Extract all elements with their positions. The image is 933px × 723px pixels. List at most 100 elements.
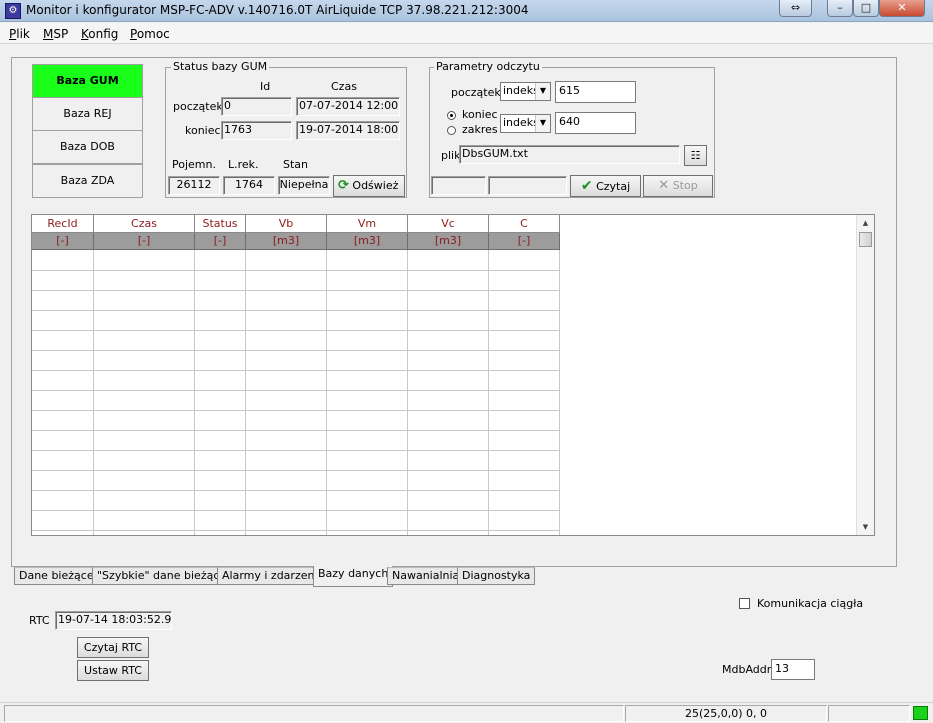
vertical-scrollbar[interactable]: ▲ ▼ [856,215,874,535]
column-header-vc[interactable]: Vc [408,215,489,233]
progress-field-2 [488,176,567,195]
file-browse-icon: ☷ [690,149,701,162]
scroll-thumb[interactable] [859,232,872,247]
column-header-vm[interactable]: Vm [327,215,408,233]
grid-row-line [32,390,559,391]
tab-szybkie-dane[interactable]: "Szybkie" dane bieżące [92,567,232,585]
db-button-dob[interactable]: Baza DOB [32,130,143,164]
start-value-input[interactable]: 615 [555,81,636,103]
tab-nawanialnia[interactable]: Nawanialnia [387,567,465,585]
mdb-addr-label: MdbAddr [722,663,772,676]
menu-msp[interactable]: MSP [43,27,68,41]
grid-row-line [32,370,559,371]
start-label: początek [173,100,223,113]
set-rtc-button[interactable]: Ustaw RTC [77,660,149,681]
column-header-recid[interactable]: RecId [32,215,94,233]
state-label: Stan [283,158,309,171]
grid-column-line [194,250,195,535]
grid-row-line [32,350,559,351]
grid-row-line [32,430,559,431]
file-label: plik [441,149,461,162]
column-unit-recid: [-] [32,233,94,250]
window-title: Monitor i konfigurator MSP-FC-ADV v.1407… [26,3,529,17]
stop-icon: ✕ [658,178,670,193]
status-group-title: Status bazy GUM [171,60,270,73]
start-time-field: 07-07-2014 12:00 [296,97,400,116]
column-header-status[interactable]: Status [195,215,246,233]
restore-icon[interactable]: ⇔ [779,0,812,17]
tab-bazy-danych[interactable]: Bazy danych [313,566,394,587]
col-time-label: Czas [331,80,357,93]
grid-row-line [32,510,559,511]
continuous-comm-label[interactable]: Komunikacja ciągła [757,597,863,610]
db-button-gum[interactable]: Baza GUM [32,64,143,98]
column-header-vb[interactable]: Vb [246,215,327,233]
grid-row-line [32,330,559,331]
scroll-down-icon[interactable]: ▼ [857,519,874,535]
chevron-down-icon: ▼ [535,83,550,100]
menu-plik[interactable]: Plik [9,27,30,41]
menu-bar: Plik MSP Konfig Pomoc [0,23,933,44]
db-button-zda[interactable]: Baza ZDA [32,164,143,198]
read-rtc-button[interactable]: Czytaj RTC [77,637,149,658]
start-mode-select[interactable]: indeks ▼ [500,82,551,101]
refresh-button[interactable]: ⟳ Odśwież [333,175,405,197]
column-unit-czas: [-] [94,233,195,250]
tab-diagnostyka[interactable]: Diagnostyka [457,567,536,585]
end-time-field: 19-07-2014 18:00 [296,121,400,140]
refresh-label: Odśwież [352,179,399,192]
read-button[interactable]: ✔ Czytaj [570,175,641,197]
data-grid[interactable]: RecId Czas Status Vb Vm Vc C [-] [-] [-]… [31,214,875,536]
range-radio[interactable] [447,126,456,135]
range-radio-label[interactable]: zakres [462,123,498,136]
end-radio-label[interactable]: koniec [462,108,498,121]
app-icon[interactable]: ⚙ [5,3,21,19]
rtc-label: RTC [29,614,50,627]
file-field: DbsGUM.txt [459,145,680,164]
grid-row-line [32,310,559,311]
maximize-icon[interactable]: □ [853,0,879,17]
grid-row-line [32,450,559,451]
column-header-c[interactable]: C [489,215,560,233]
grid-column-line [326,250,327,535]
menu-pomoc[interactable]: Pomoc [130,27,170,41]
rtc-value-field: 19-07-14 18:03:52.901 [55,611,172,630]
records-label: L.rek. [228,158,259,171]
column-unit-c: [-] [489,233,560,250]
scroll-up-icon[interactable]: ▲ [857,215,874,231]
column-header-czas[interactable]: Czas [94,215,195,233]
end-id-field: 1763 [221,121,292,140]
grid-column-line [93,250,94,535]
grid-row-line [32,270,559,271]
end-mode-select[interactable]: indeks ▼ [500,114,551,133]
browse-file-button[interactable]: ☷ [684,145,707,166]
menu-konfig[interactable]: Konfig [81,27,118,41]
column-unit-vm: [m3] [327,233,408,250]
grid-column-line [488,250,489,535]
status-panel-counters: 25(25,0,0) 0, 0 [625,705,827,722]
column-unit-vc: [m3] [408,233,489,250]
close-icon[interactable]: ✕ [879,0,925,17]
minimize-icon[interactable]: – [827,0,853,17]
stop-button[interactable]: ✕ Stop [643,175,713,197]
start-mode-value: indeks [503,84,539,97]
title-bar: ⚙ Monitor i konfigurator MSP-FC-ADV v.14… [0,0,933,22]
read-start-label: początek [451,86,501,99]
grid-column-line [407,250,408,535]
column-unit-vb: [m3] [246,233,327,250]
mdb-addr-input[interactable]: 13 [771,659,815,680]
stop-button-label: Stop [672,179,698,192]
checkmark-icon: ✔ [580,178,593,194]
db-button-rej[interactable]: Baza REJ [32,97,143,131]
records-field: 1764 [223,176,275,195]
end-value-input[interactable]: 640 [555,112,636,134]
continuous-comm-checkbox[interactable] [739,598,750,609]
end-radio[interactable] [447,111,456,120]
connection-led [913,706,928,720]
read-button-label: Czytaj [596,180,631,193]
tab-dane-biezace[interactable]: Dane bieżące [14,567,99,585]
grid-row-line [32,410,559,411]
read-params-title: Parametry odczytu [434,60,542,73]
column-unit-status: [-] [195,233,246,250]
grid-row-line [32,490,559,491]
